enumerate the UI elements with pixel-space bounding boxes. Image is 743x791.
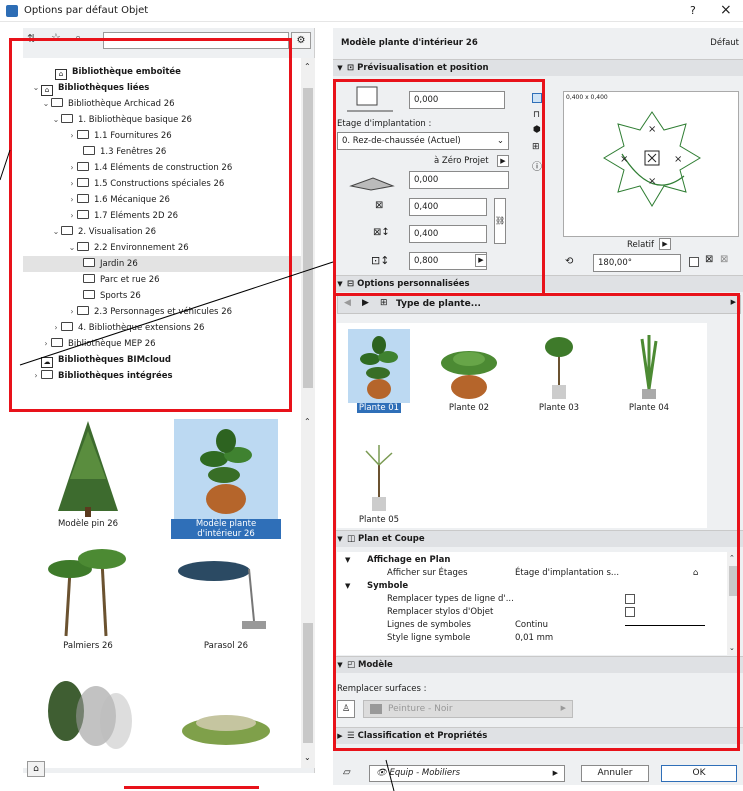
annotation-lines [0, 149, 395, 791]
